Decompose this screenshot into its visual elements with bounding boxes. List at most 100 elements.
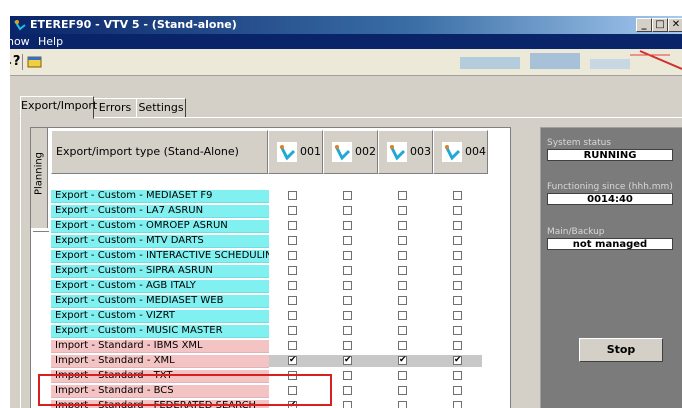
checkbox-col-001[interactable]: ✔ (288, 356, 297, 365)
checkbox-col-001[interactable] (288, 281, 297, 290)
table-row[interactable]: Import - Standard - IBMS XML (51, 340, 482, 353)
row-label: Import - Standard - BCS (51, 385, 269, 398)
checkbox-col-003[interactable] (398, 236, 407, 245)
table-row[interactable]: Import - Standard - XML ✔ ✔ ✔ ✔ (51, 355, 482, 368)
checkbox-col-002[interactable] (343, 191, 352, 200)
table-row[interactable]: Export - Custom - VIZRT (51, 310, 482, 323)
table-row[interactable]: Import - Standard - FEDERATED SEARCH ✔ (51, 400, 482, 408)
checkbox-col-004[interactable] (453, 311, 462, 320)
checkbox-col-004[interactable] (453, 236, 462, 245)
checkbox-col-001[interactable] (288, 251, 297, 260)
checkbox-col-002[interactable] (343, 266, 352, 275)
title-bar[interactable]: ETEREF90 - VTV 5 - (Stand-alone) _ □ ✕ (10, 16, 682, 34)
checkbox-col-004[interactable] (453, 386, 462, 395)
checkbox-col-003[interactable] (398, 191, 407, 200)
window-icon[interactable] (26, 53, 44, 71)
checkbox-col-004[interactable] (453, 266, 462, 275)
table-row[interactable]: Export - Custom - AGB ITALY (51, 280, 482, 293)
checkbox-col-004[interactable] (453, 401, 462, 408)
table-row[interactable]: Export - Custom - OMROEP ASRUN (51, 220, 482, 233)
checkbox-col-002[interactable] (343, 251, 352, 260)
minimize-button[interactable]: _ (636, 18, 652, 32)
status-panel: System status RUNNING Functioning since … (540, 127, 682, 408)
checkbox-col-004[interactable] (453, 281, 462, 290)
menu-show[interactable]: Show (10, 35, 30, 48)
checkbox-col-003[interactable] (398, 386, 407, 395)
checkbox-col-004[interactable] (453, 221, 462, 230)
tab-errors[interactable]: Errors (93, 98, 137, 118)
checkbox-col-001[interactable] (288, 236, 297, 245)
checkbox-col-002[interactable] (343, 326, 352, 335)
checkbox-col-003[interactable] (398, 326, 407, 335)
checkbox-col-003[interactable] (398, 296, 407, 305)
checkbox-col-001[interactable] (288, 386, 297, 395)
checkbox-col-003[interactable] (398, 251, 407, 260)
checkbox-col-003[interactable] (398, 281, 407, 290)
checkbox-col-001[interactable] (288, 296, 297, 305)
checkbox-col-001[interactable] (288, 206, 297, 215)
row-label: Export - Custom - VIZRT (51, 310, 269, 323)
checkbox-col-003[interactable] (398, 371, 407, 380)
checkbox-col-001[interactable] (288, 326, 297, 335)
checkbox-col-004[interactable] (453, 341, 462, 350)
table-row[interactable]: Export - Custom - MEDIASET WEB (51, 295, 482, 308)
table-row[interactable]: Export - Custom - MEDIASET F9 (51, 190, 482, 203)
checkbox-col-002[interactable] (343, 281, 352, 290)
checkbox-col-003[interactable] (398, 401, 407, 408)
app-icon (14, 20, 26, 31)
checkbox-col-001[interactable] (288, 341, 297, 350)
table-row[interactable]: Export - Custom - MUSIC MASTER (51, 325, 482, 338)
menu-help[interactable]: Help (38, 35, 63, 48)
checkbox-col-002[interactable]: ✔ (343, 356, 352, 365)
checkbox-col-004[interactable] (453, 296, 462, 305)
checkbox-col-003[interactable] (398, 206, 407, 215)
functioning-label: Functioning since (hhh.mm) (547, 182, 673, 192)
table-row[interactable]: Export - Custom - LA7 ASRUN (51, 205, 482, 218)
stop-button[interactable]: Stop (579, 338, 663, 362)
table-row[interactable]: Export - Custom - SIPRA ASRUN (51, 265, 482, 278)
checkbox-col-003[interactable] (398, 341, 407, 350)
column-header-001[interactable]: 001 (268, 130, 323, 174)
checkbox-col-003[interactable] (398, 311, 407, 320)
close-button[interactable]: ✕ (668, 18, 682, 32)
checkbox-col-003[interactable]: ✔ (398, 356, 407, 365)
column-header-002[interactable]: 002 (323, 130, 378, 174)
table-row[interactable]: Import - Standard - TXT (51, 370, 482, 383)
checkbox-col-001[interactable] (288, 221, 297, 230)
checkbox-col-002[interactable] (343, 386, 352, 395)
checkbox-col-002[interactable] (343, 341, 352, 350)
checkbox-col-003[interactable] (398, 266, 407, 275)
tab-settings[interactable]: Settings (136, 98, 186, 118)
checkbox-col-002[interactable] (343, 371, 352, 380)
checkbox-col-004[interactable] (453, 251, 462, 260)
checkbox-col-002[interactable] (343, 206, 352, 215)
column-header-004[interactable]: 004 (433, 130, 488, 174)
column-number: 003 (410, 145, 431, 158)
checkbox-col-001[interactable] (288, 311, 297, 320)
maximize-button[interactable]: □ (652, 18, 668, 32)
checkbox-col-004[interactable] (453, 191, 462, 200)
checkbox-col-001[interactable] (288, 266, 297, 275)
table-row[interactable]: Import - Standard - BCS (51, 385, 482, 398)
column-number: 001 (300, 145, 321, 158)
checkbox-col-004[interactable] (453, 206, 462, 215)
checkbox-col-002[interactable] (343, 311, 352, 320)
tab-export-import[interactable]: Export/Import (20, 96, 97, 119)
checkbox-col-001[interactable]: ✔ (288, 401, 297, 408)
checkbox-col-002[interactable] (343, 296, 352, 305)
whats-this-icon[interactable]: ↖? (10, 53, 20, 71)
toolbar: ↖? (10, 49, 682, 76)
checkbox-col-004[interactable] (453, 371, 462, 380)
checkbox-col-004[interactable]: ✔ (453, 356, 462, 365)
checkbox-col-001[interactable] (288, 191, 297, 200)
table-row[interactable]: Export - Custom - INTERACTIVE SCHEDULING (51, 250, 482, 263)
checkbox-col-002[interactable] (343, 221, 352, 230)
planning-side-tab[interactable]: Planning (31, 128, 48, 228)
checkbox-col-002[interactable] (343, 236, 352, 245)
column-header-003[interactable]: 003 (378, 130, 433, 174)
checkbox-col-003[interactable] (398, 221, 407, 230)
checkbox-col-001[interactable] (288, 371, 297, 380)
table-row[interactable]: Export - Custom - MTV DARTS (51, 235, 482, 248)
checkbox-col-004[interactable] (453, 326, 462, 335)
checkbox-col-002[interactable] (343, 401, 352, 408)
